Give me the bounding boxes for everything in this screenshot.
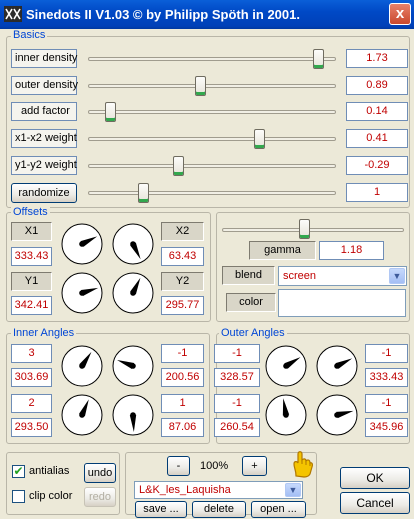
hand-pointer-icon: [293, 451, 313, 478]
outer-a-dial[interactable]: [261, 343, 311, 389]
x1-x2-weight-track: [88, 137, 336, 141]
y1-y2-weight-track: [88, 164, 336, 168]
basics-label: Basics: [11, 29, 48, 41]
preset-chevron-down-icon[interactable]: ▼: [285, 483, 301, 497]
inner-density-value[interactable]: 1.73: [346, 49, 408, 68]
outer-b-count[interactable]: -1: [365, 344, 408, 363]
outer-d-count[interactable]: -1: [365, 394, 408, 413]
inner-a-dial[interactable]: [57, 343, 107, 389]
outer-c-dial[interactable]: [261, 392, 311, 438]
blend-selected-value: screen: [283, 270, 317, 282]
outer-d-angle[interactable]: 345.96: [365, 418, 408, 437]
randomize-slider[interactable]: [137, 183, 149, 203]
outer-d-dial[interactable]: [312, 392, 362, 438]
inner-density-track: [88, 57, 336, 61]
y2-caption: Y2: [161, 272, 204, 291]
gamma-caption: gamma: [249, 241, 316, 260]
inner-a-angle[interactable]: 303.69: [11, 368, 52, 387]
y1-value[interactable]: 342.41: [11, 296, 52, 315]
inner-d-angle[interactable]: 87.06: [161, 418, 204, 437]
y2-dial[interactable]: [108, 270, 158, 316]
inner-b-count[interactable]: -1: [161, 344, 204, 363]
inner-density-label: inner density: [11, 49, 77, 68]
gamma-track: [222, 228, 404, 232]
inner-density-slider[interactable]: [313, 49, 325, 69]
outer-a-count[interactable]: -1: [214, 344, 260, 363]
gamma-value[interactable]: 1.18: [319, 241, 384, 260]
outer-density-label: outer density: [11, 76, 78, 95]
inner-c-count[interactable]: 2: [11, 394, 52, 413]
app-icon: [4, 6, 22, 22]
undo-button[interactable]: undo: [84, 463, 116, 483]
inner-d-dial[interactable]: [108, 392, 158, 438]
add-factor-label: add factor: [11, 102, 77, 121]
inner-d-count[interactable]: 1: [161, 394, 204, 413]
add-factor-track: [88, 110, 336, 114]
delete-button[interactable]: delete: [192, 501, 246, 518]
outer-b-angle[interactable]: 333.43: [365, 368, 408, 387]
randomize-value[interactable]: 1: [346, 183, 408, 202]
outer-density-track: [88, 84, 336, 88]
outer-angles-label: Outer Angles: [219, 327, 287, 339]
inner-b-dial[interactable]: [108, 343, 158, 389]
inner-c-dial[interactable]: [57, 392, 107, 438]
redo-button[interactable]: redo: [84, 487, 116, 507]
window-title: Sinedots II V1.03 © by Philipp Spöth in …: [26, 7, 300, 22]
outer-density-slider[interactable]: [194, 76, 206, 96]
clip-color-label: clip color: [29, 490, 73, 502]
cancel-button[interactable]: Cancel: [340, 492, 410, 514]
add-factor-value[interactable]: 0.14: [346, 102, 408, 121]
close-button[interactable]: x: [389, 3, 411, 25]
save-button[interactable]: save ...: [135, 501, 187, 518]
ok-button[interactable]: OK: [340, 467, 410, 489]
x2-caption: X2: [161, 222, 204, 241]
add-factor-slider[interactable]: [104, 102, 116, 122]
preset-select[interactable]: L&K_les_Laquisha ▼: [134, 481, 303, 499]
chevron-down-icon[interactable]: ▼: [389, 268, 405, 284]
x1-dial[interactable]: [57, 221, 107, 267]
x1-x2-weight-value[interactable]: 0.41: [346, 129, 408, 148]
zoom-level: 100%: [200, 460, 229, 472]
preset-selected-value: L&K_les_Laquisha: [139, 484, 231, 496]
zoom-out-button[interactable]: -: [167, 456, 190, 476]
x1-x2-weight-label: x1-x2 weight: [11, 129, 77, 148]
y1-dial[interactable]: [57, 270, 107, 316]
outer-a-angle[interactable]: 328.57: [214, 368, 260, 387]
title-bar[interactable]: Sinedots II V1.03 © by Philipp Spöth in …: [0, 0, 414, 29]
gamma-slider[interactable]: [298, 219, 310, 239]
clip-color-checkbox[interactable]: [12, 490, 25, 503]
y1-y2-weight-value[interactable]: -0.29: [346, 156, 408, 175]
x2-dial[interactable]: [108, 221, 158, 267]
antialias-label: antialias: [29, 465, 70, 477]
inner-c-angle[interactable]: 293.50: [11, 418, 52, 437]
color-swatch[interactable]: [278, 289, 406, 317]
y1-y2-weight-label: y1-y2 weight: [11, 156, 77, 175]
y1-caption: Y1: [11, 272, 52, 291]
x1-x2-weight-slider[interactable]: [253, 129, 265, 149]
x1-caption: X1: [11, 222, 52, 241]
outer-b-dial[interactable]: [312, 343, 362, 389]
randomize-button[interactable]: randomize: [11, 183, 77, 203]
blend-select[interactable]: screen ▼: [278, 266, 407, 286]
antialias-checkbox[interactable]: ✔: [12, 465, 25, 478]
randomize-track: [88, 191, 336, 195]
open-button[interactable]: open ...: [251, 501, 306, 518]
x1-value[interactable]: 333.43: [11, 247, 52, 266]
outer-c-count[interactable]: -1: [214, 394, 260, 413]
outer-c-angle[interactable]: 260.54: [214, 418, 260, 437]
inner-a-count[interactable]: 3: [11, 344, 52, 363]
color-caption: color: [226, 293, 276, 312]
blend-caption: blend: [222, 266, 275, 285]
inner-b-angle[interactable]: 200.56: [161, 368, 204, 387]
x2-value[interactable]: 63.43: [161, 247, 204, 266]
offsets-label: Offsets: [11, 206, 50, 218]
zoom-in-button[interactable]: +: [242, 456, 267, 476]
outer-density-value[interactable]: 0.89: [346, 76, 408, 95]
y1-y2-weight-slider[interactable]: [173, 156, 185, 176]
inner-angles-label: Inner Angles: [11, 327, 77, 339]
y2-value[interactable]: 295.77: [161, 296, 204, 315]
